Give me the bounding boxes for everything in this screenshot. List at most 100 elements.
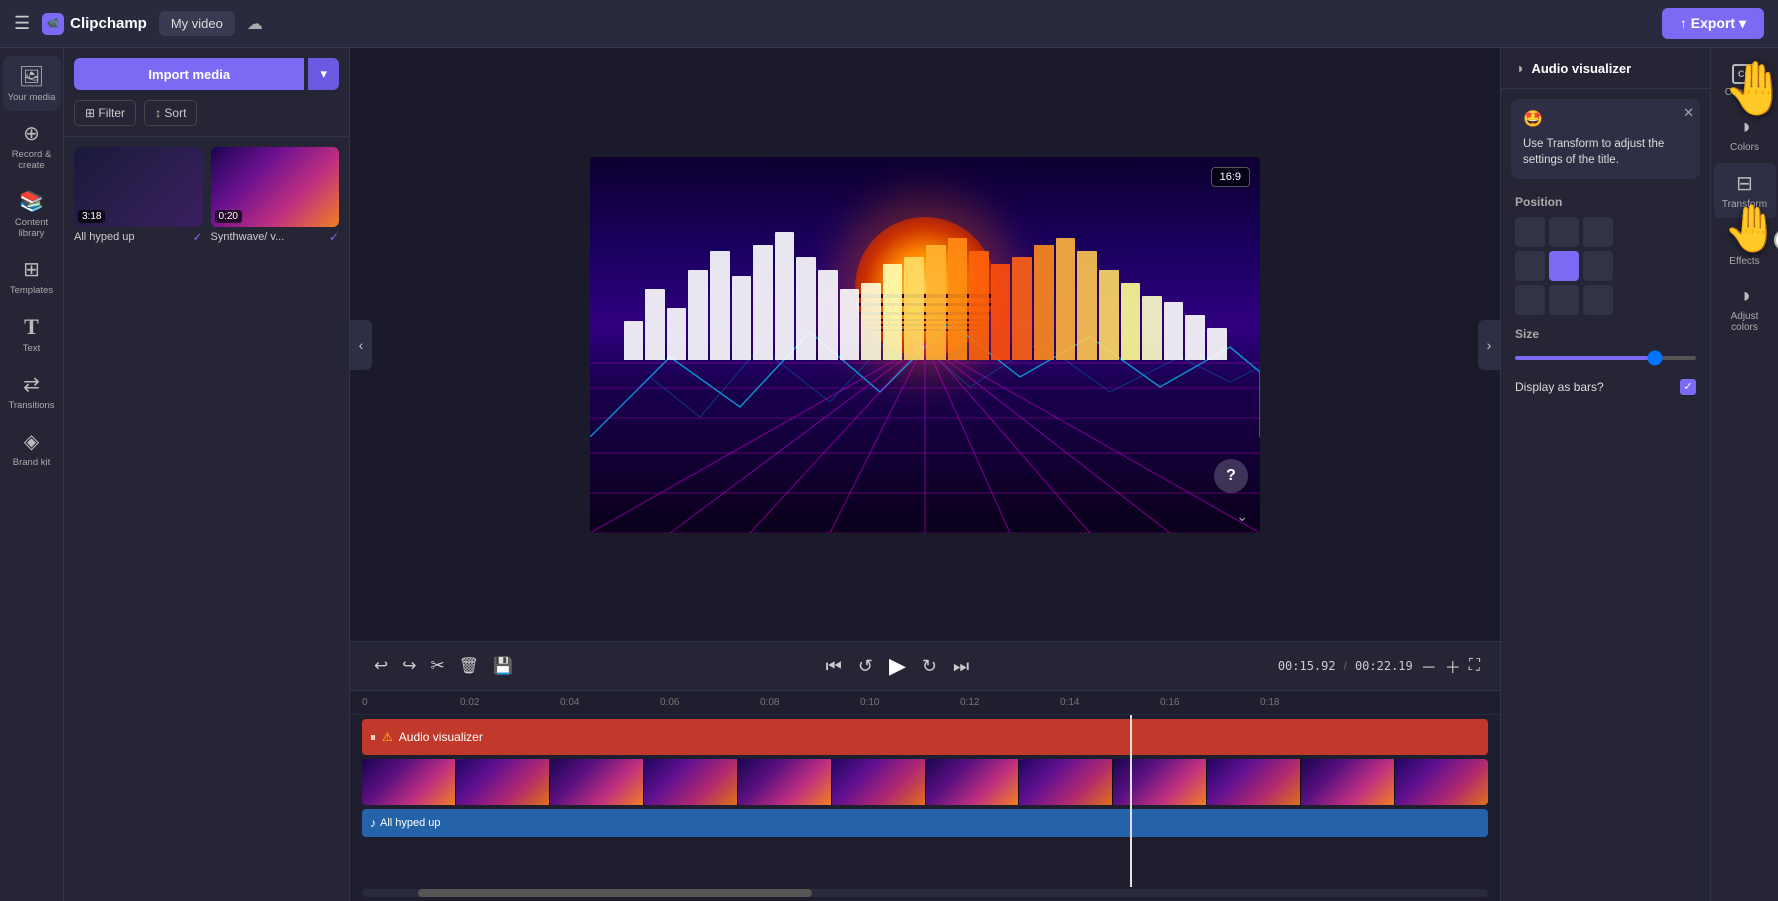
media-item-2-check: ✓ [329,230,339,244]
size-label: Size [1515,327,1696,341]
sidebar: 🖼 Your media ⊕ Record & create 📚 Content… [0,48,64,901]
music-note-icon: ♪ [370,816,376,830]
right-icon-colors[interactable]: ◑ Colors [1714,108,1776,161]
media-item-1[interactable]: 3:18 All hyped up ✓ [74,147,203,244]
sidebar-item-text[interactable]: T Text [3,306,61,362]
sidebar-item-templates[interactable]: ⊞ Templates [3,249,61,304]
help-button[interactable]: ? [1214,459,1248,493]
menu-icon[interactable]: ☰ [14,13,30,34]
pos-bot-center[interactable] [1549,285,1579,315]
ruler-mark-9: 0:18 [1260,697,1279,708]
tooltip-close-button[interactable]: ✕ [1683,105,1694,121]
text-icon: T [24,314,39,340]
media-grid: 3:18 All hyped up ✓ 0:20 Synthwave/ v...… [64,137,349,254]
audio-visualizer-track-label: Audio visualizer [399,730,483,744]
transform-icon: ⊟ [1736,171,1753,196]
timeline: 0 0:02 0:04 0:06 0:08 0:10 0:12 0:14 0:1… [350,691,1500,901]
templates-label: Templates [10,285,53,296]
position-grid [1501,213,1710,319]
content-library-label: Content library [7,217,57,239]
filter-button[interactable]: ⊞ Filter [74,100,136,126]
video-preview: 16:9 ? ⌄ [590,157,1260,533]
audio-visualizer-track[interactable]: ⏸ ⚠ Audio visualizer [362,719,1488,755]
pos-bot-left[interactable] [1515,285,1545,315]
right-icon-transform[interactable]: ⊟ Transform [1714,163,1776,218]
content-library-icon: 📚 [19,189,44,214]
zoom-in-button[interactable]: ＋ [1445,654,1461,678]
warning-icon: ⚠ [382,730,393,744]
rewind-button[interactable]: ↺ [858,656,873,677]
sort-button[interactable]: ↕ Sort [144,100,197,126]
total-time: 00:22.19 [1355,659,1413,673]
import-dropdown-button[interactable]: ▾ [308,58,339,90]
transitions-label: Transitions [8,400,54,411]
brand-kit-label: Brand kit [13,457,51,468]
sidebar-item-your-media[interactable]: 🖼 Your media [3,56,61,111]
captions-label: Captions [1725,87,1764,98]
adjust-colors-label: Adjust colors [1718,311,1772,333]
right-icon-captions[interactable]: CC Captions [1714,56,1776,106]
display-bars-checkbox[interactable]: ✓ [1680,379,1696,395]
export-button[interactable]: ↑ Export ▾ [1662,8,1764,39]
transitions-icon: ⇄ [23,372,40,397]
ruler-mark-4: 0:08 [760,697,779,708]
right-icon-adjust-colors[interactable]: ◑ Adjust colors [1714,277,1776,341]
ruler-mark-5: 0:10 [860,697,879,708]
audio-track[interactable]: ♪ All hyped up [362,809,1488,837]
center-area: ‹ [350,48,1500,901]
your-media-label: Your media [8,92,56,103]
pos-mid-right[interactable] [1583,251,1613,281]
pos-mid-center[interactable] [1549,251,1579,281]
collapse-video-button[interactable]: ⌄ [1236,508,1248,525]
media-item-2[interactable]: 0:20 Synthwave/ v... ✓ [211,147,340,244]
templates-icon: ⊞ [23,257,40,282]
fullscreen-button[interactable]: ⛶ [1469,657,1480,675]
delete-button[interactable]: 🗑 [455,652,483,680]
save-button[interactable]: 💾 [489,652,517,680]
video-area: ‹ [350,48,1500,641]
brand-kit-icon: ◈ [24,429,39,454]
redo-button[interactable]: ↪ [398,652,420,680]
media-item-2-label: Synthwave/ v... [211,231,285,243]
sidebar-item-content-library[interactable]: 📚 Content library [3,181,61,247]
import-media-button[interactable]: Import media [74,58,304,90]
controls-bar: ↩ ↪ ✂ 🗑 💾 ⏮ ↺ ▶ ↻ ⏭ 00:15.92 / 00:22.19 … [350,641,1500,691]
your-media-icon: 🖼 [19,64,44,89]
logo-text: Clipchamp [70,15,147,32]
sidebar-item-brand-kit[interactable]: ◈ Brand kit [3,421,61,476]
sidebar-item-transitions[interactable]: ⇄ Transitions [3,364,61,419]
panel-title: Audio visualizer [1531,61,1631,76]
size-slider[interactable] [1515,356,1696,360]
pos-top-left[interactable] [1515,217,1545,247]
play-button[interactable]: ▶ [889,653,906,679]
pos-bot-right[interactable] [1583,285,1613,315]
forward-button[interactable]: ↻ [922,656,937,677]
text-label: Text [23,343,40,354]
timeline-scrollbar[interactable] [362,889,1488,897]
video-track[interactable] [362,759,1488,805]
topbar: ☰ 📹 Clipchamp My video ☁ ↑ Export ▾ [0,0,1778,48]
sidebar-item-record-create[interactable]: ⊕ Record & create [3,113,61,179]
ruler-mark-0: 0 [362,697,368,708]
pos-top-center[interactable] [1549,217,1579,247]
undo-button[interactable]: ↩ [370,652,392,680]
adjust-colors-icon: ◑ [1738,285,1750,308]
project-name[interactable]: My video [159,11,235,36]
pos-mid-left[interactable] [1515,251,1545,281]
ruler-mark-7: 0:14 [1060,697,1079,708]
right-icon-effects[interactable]: ✦ Effects [1714,220,1776,275]
tooltip-text: Use Transform to adjust the settings of … [1523,138,1664,166]
display-bars-section: Display as bars? ✓ [1501,373,1710,401]
collapse-right-button[interactable]: › [1478,320,1500,370]
ruler-mark-8: 0:16 [1160,697,1179,708]
colors-label: Colors [1730,142,1759,153]
colors-icon: ◑ [1738,116,1750,139]
zoom-out-button[interactable]: － [1421,654,1437,678]
skip-back-button[interactable]: ⏮ [826,656,842,677]
collapse-left-button[interactable]: ‹ [350,320,372,370]
media-panel: Import media ▾ ⊞ Filter ↕ Sort 3:18 All … [64,48,350,901]
cut-button[interactable]: ✂ [427,652,449,680]
pos-top-right[interactable] [1583,217,1613,247]
skip-forward-button[interactable]: ⏭ [953,656,969,677]
ruler-mark-1: 0:02 [460,697,479,708]
